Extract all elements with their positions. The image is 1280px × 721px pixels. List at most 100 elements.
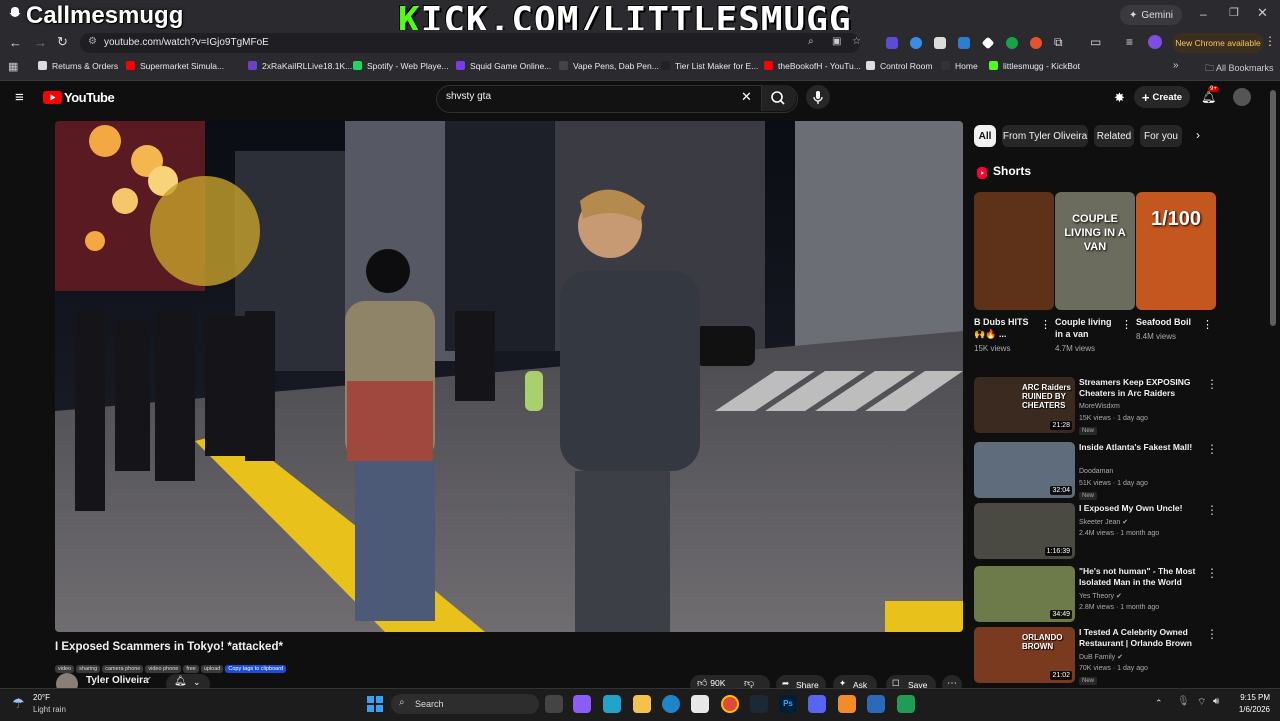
app-icon[interactable] bbox=[867, 695, 885, 713]
extension-icon[interactable] bbox=[1006, 37, 1018, 49]
more-options-icon[interactable]: ⋮ bbox=[1206, 566, 1218, 580]
more-options-icon[interactable]: ⋮ bbox=[1206, 627, 1218, 641]
bookmark-item[interactable]: Home bbox=[941, 61, 978, 71]
bookmark-star-icon[interactable]: ☆ bbox=[852, 36, 861, 47]
video-thumbnail[interactable]: 1:16:39 bbox=[974, 503, 1075, 559]
more-options-icon[interactable]: ⋮ bbox=[1206, 377, 1218, 391]
youtube-logo-icon[interactable] bbox=[43, 91, 62, 104]
video-title[interactable]: I Exposed My Own Uncle! bbox=[1079, 503, 1209, 514]
extension-icon[interactable] bbox=[886, 37, 898, 49]
kickbot-icon[interactable] bbox=[897, 695, 915, 713]
bookmark-item[interactable]: Returns & Orders bbox=[38, 61, 118, 71]
short-more-icon[interactable]: ⋮ bbox=[1202, 318, 1213, 331]
reload-button[interactable]: ↻ bbox=[57, 34, 68, 50]
minimize-button[interactable]: – bbox=[1200, 7, 1207, 21]
steam-icon[interactable] bbox=[750, 695, 768, 713]
recommended-video[interactable]: 34:49 "He's not human" - The Most Isolate… bbox=[974, 566, 1264, 624]
youtube-logo-text[interactable]: YouTube bbox=[64, 90, 115, 105]
video-title[interactable]: Inside Atlanta's Fakest Mall! bbox=[1079, 442, 1209, 453]
bookmark-item[interactable]: Spotify - Web Playe... bbox=[353, 61, 449, 71]
recommended-video[interactable]: 1:16:39 I Exposed My Own Uncle! Skeeter Je… bbox=[974, 503, 1264, 561]
extension-icon[interactable] bbox=[958, 37, 970, 49]
tray-overflow-chevron-icon[interactable]: ⌃ bbox=[1155, 698, 1163, 709]
bookmark-item[interactable]: Control Room bbox=[866, 61, 932, 71]
short-thumbnail[interactable] bbox=[974, 192, 1054, 310]
channel-name[interactable]: Yes Theory ✔ bbox=[1079, 592, 1122, 600]
edge-icon[interactable] bbox=[662, 695, 680, 713]
maximize-button[interactable]: ❐ bbox=[1229, 6, 1239, 19]
copy-tags-button[interactable]: Copy tags to clipboard bbox=[225, 665, 287, 673]
taskbar-search-box[interactable] bbox=[391, 694, 539, 714]
store-icon[interactable] bbox=[691, 695, 709, 713]
video-thumbnail[interactable]: 32:04 bbox=[974, 442, 1075, 498]
taskbar-search-label[interactable]: Search bbox=[415, 699, 444, 709]
url-text[interactable]: youtube.com/watch?v=IGjo9TgMFoE bbox=[104, 37, 269, 48]
filter-tab-from-channel[interactable]: From Tyler Oliveira bbox=[1002, 125, 1088, 147]
wifi-icon[interactable]: ⌔ bbox=[1197, 696, 1206, 709]
clock-time[interactable]: 9:15 PM bbox=[1238, 693, 1270, 702]
site-info-icon[interactable]: ⚙ bbox=[88, 36, 97, 47]
forward-button[interactable]: → bbox=[34, 35, 47, 50]
more-bookmarks-chevron-icon[interactable]: » bbox=[1173, 60, 1179, 71]
video-tag[interactable]: camera phone bbox=[102, 665, 144, 673]
channel-name[interactable]: DuB Family ✔ bbox=[1079, 653, 1123, 661]
new-chrome-available-button[interactable]: New Chrome available bbox=[1172, 33, 1264, 53]
more-options-icon[interactable]: ⋮ bbox=[1206, 442, 1218, 456]
video-tag[interactable]: sharing bbox=[76, 665, 101, 673]
bookmark-item[interactable]: Supermarket Simula... bbox=[126, 61, 224, 71]
short-title[interactable]: Couple living in a van bbox=[1055, 316, 1121, 340]
volume-icon[interactable]: 🔊︎ bbox=[1213, 696, 1219, 707]
recommended-video[interactable]: 32:04 Inside Atlanta's Fakest Mall! Doodam… bbox=[974, 442, 1264, 500]
clock-date[interactable]: 1/6/2026 bbox=[1232, 705, 1270, 714]
video-player[interactable] bbox=[55, 121, 963, 632]
bookmark-item[interactable]: 2xRaKaiIRLLive18.1K... bbox=[248, 61, 352, 71]
short-title[interactable]: Seafood Boil bbox=[1136, 316, 1202, 328]
copilot-icon[interactable] bbox=[603, 695, 621, 713]
teams-icon[interactable] bbox=[573, 695, 591, 713]
page-scrollbar[interactable] bbox=[1270, 90, 1276, 326]
extension-icon[interactable] bbox=[910, 37, 922, 49]
short-more-icon[interactable]: ⋮ bbox=[1040, 318, 1051, 331]
apps-grid-icon[interactable]: ▦ bbox=[8, 60, 18, 73]
search-button[interactable] bbox=[761, 85, 796, 111]
more-options-icon[interactable]: ⋮ bbox=[1206, 503, 1218, 517]
channel-name[interactable]: Tyler Oliveira bbox=[86, 675, 149, 686]
screen-share-icon[interactable]: ▣ bbox=[832, 36, 841, 47]
task-view-icon[interactable] bbox=[545, 695, 563, 713]
profile-avatar[interactable] bbox=[1148, 35, 1162, 49]
video-thumbnail[interactable]: ARC Raiders RUINED BY CHEATERS 21:28 bbox=[974, 377, 1075, 433]
windows-start-icon[interactable] bbox=[366, 695, 384, 713]
chevron-right-icon[interactable]: › bbox=[1196, 128, 1200, 142]
video-tag[interactable]: free bbox=[183, 665, 199, 673]
weather-temperature[interactable]: 20°F bbox=[33, 693, 50, 702]
reading-list-icon[interactable]: ≡ bbox=[1126, 35, 1133, 49]
photoshop-icon[interactable]: Ps bbox=[779, 695, 797, 713]
account-avatar[interactable] bbox=[1233, 88, 1251, 106]
extension-icon[interactable] bbox=[934, 37, 946, 49]
video-tag[interactable]: video phone bbox=[145, 665, 182, 673]
video-tag[interactable]: upload bbox=[200, 665, 224, 673]
back-button[interactable]: ← bbox=[9, 35, 22, 50]
clear-search-icon[interactable]: ✕ bbox=[741, 89, 752, 105]
bookmark-item[interactable]: Vape Pens, Dab Pen... bbox=[559, 61, 659, 71]
extension-icon[interactable] bbox=[1030, 37, 1042, 49]
bookmark-item[interactable]: littlesmugg - KickBot bbox=[989, 61, 1080, 71]
bookmark-item[interactable]: Squid Game Online... bbox=[456, 61, 551, 71]
weather-description[interactable]: Light rain bbox=[33, 705, 66, 714]
short-title[interactable]: B Dubs HITS 🙌🔥 ... bbox=[974, 316, 1040, 340]
extensions-puzzle-icon[interactable]: ⧉ bbox=[1054, 35, 1063, 50]
all-bookmarks-folder[interactable]: 🗀 All Bookmarks bbox=[1205, 61, 1274, 77]
close-window-button[interactable]: ✕ bbox=[1257, 5, 1268, 21]
channel-name[interactable]: Skeeter Jean ✔ bbox=[1079, 518, 1128, 526]
search-input[interactable]: shvsty gta bbox=[446, 91, 491, 102]
filter-tab-related[interactable]: Related bbox=[1094, 125, 1134, 147]
discord-icon[interactable] bbox=[808, 695, 826, 713]
short-more-icon[interactable]: ⋮ bbox=[1121, 318, 1132, 331]
video-title[interactable]: I Tested A Celebrity Owned Restaurant | … bbox=[1079, 627, 1209, 649]
tab-search-icon[interactable]: ▭ bbox=[1090, 35, 1101, 49]
recommended-video[interactable]: ORLANDO BROWN 21:02 I Tested A Celebrity O… bbox=[974, 627, 1264, 685]
chrome-icon[interactable] bbox=[721, 695, 739, 713]
video-title[interactable]: Streamers Keep EXPOSING Cheaters in Arc … bbox=[1079, 377, 1209, 399]
bookmark-item[interactable]: Tier List Maker for E... bbox=[661, 61, 758, 71]
video-title[interactable]: "He's not human" - The Most Isolated Man… bbox=[1079, 566, 1209, 588]
